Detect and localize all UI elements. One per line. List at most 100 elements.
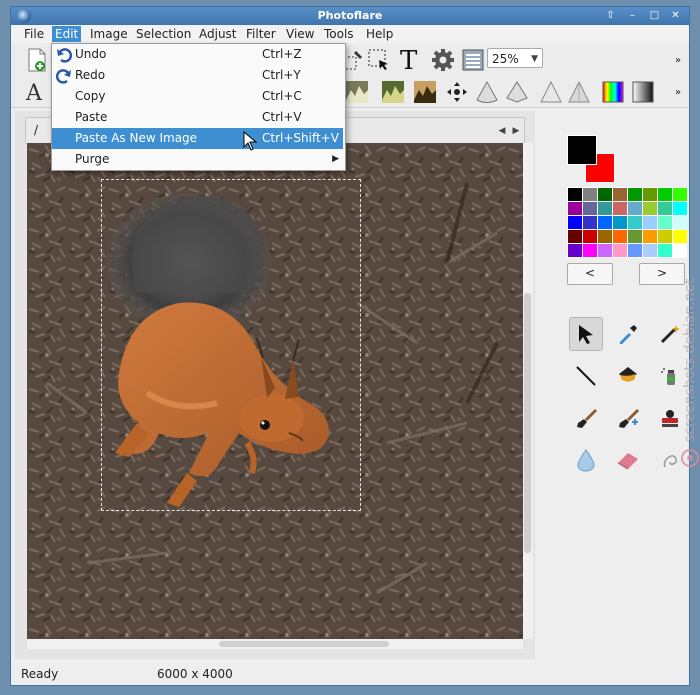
color-swatch[interactable] (673, 188, 687, 201)
color-swatch[interactable] (568, 216, 582, 229)
color-swatch[interactable] (598, 244, 612, 257)
color-swatch[interactable] (628, 202, 642, 215)
horizontal-scrollbar[interactable] (27, 639, 523, 649)
minimize-button[interactable]: – (625, 9, 640, 23)
menu-item-redo[interactable]: Redo Ctrl+Y (52, 65, 343, 86)
filter-icon-1[interactable] (345, 80, 369, 104)
menu-edit[interactable]: Edit (52, 26, 82, 42)
foreground-color[interactable] (567, 135, 597, 165)
color-selector[interactable] (567, 135, 617, 185)
menu-image[interactable]: Image (87, 26, 131, 42)
layers-list-icon[interactable] (461, 48, 485, 72)
menu-tools[interactable]: Tools (321, 26, 357, 42)
color-swatch[interactable] (628, 244, 642, 257)
color-swatch[interactable] (568, 202, 582, 215)
color-swatch[interactable] (583, 244, 597, 257)
triangle-icon-1[interactable] (539, 80, 563, 104)
paint-brush-tool[interactable] (569, 401, 603, 435)
menu-file[interactable]: File (21, 26, 47, 42)
color-swatch[interactable] (568, 244, 582, 257)
color-swatch[interactable] (628, 216, 642, 229)
color-swatch[interactable] (583, 188, 597, 201)
color-swatch[interactable] (628, 188, 642, 201)
color-swatch[interactable] (598, 230, 612, 243)
color-swatch[interactable] (613, 188, 627, 201)
menu-item-copy[interactable]: Copy Ctrl+C (52, 86, 343, 107)
triangle-icon-2[interactable] (567, 80, 591, 104)
menu-item-undo[interactable]: Undo Ctrl+Z (52, 44, 343, 65)
tab-scroll-left-icon[interactable]: ◀ (496, 122, 508, 140)
gear-icon[interactable] (431, 48, 455, 72)
gradient-gray-icon[interactable] (631, 80, 655, 104)
color-swatch[interactable] (583, 230, 597, 243)
maximize-button[interactable]: □ (647, 9, 662, 23)
menu-item-purge[interactable]: Purge ▶ (52, 149, 343, 170)
color-swatch[interactable] (598, 188, 612, 201)
pointer-tool[interactable] (569, 317, 603, 351)
color-swatch[interactable] (583, 216, 597, 229)
text-font-icon[interactable]: A (25, 80, 47, 104)
title-bar[interactable]: Photoflare ⇧ – □ ✕ (11, 7, 689, 25)
color-swatch[interactable] (643, 230, 657, 243)
color-swatch[interactable] (643, 202, 657, 215)
color-swatch[interactable] (613, 230, 627, 243)
line-tool[interactable] (569, 359, 603, 393)
menu-view[interactable]: View (283, 26, 317, 42)
color-swatch[interactable] (598, 216, 612, 229)
menu-item-paste-as-new-image[interactable]: Paste As New Image Ctrl+Shift+V (52, 128, 343, 149)
move-arrows-icon[interactable] (445, 80, 469, 104)
color-swatch[interactable] (613, 202, 627, 215)
zoom-select[interactable]: 25% ▼ (487, 48, 543, 68)
color-swatch[interactable] (598, 202, 612, 215)
menu-item-label: Paste As New Image (75, 131, 198, 145)
paint-bucket-tool[interactable] (611, 359, 645, 393)
blur-tool[interactable] (569, 443, 603, 477)
horizontal-scroll-thumb[interactable] (219, 641, 389, 647)
palette-next-button[interactable]: > (639, 263, 685, 285)
gradient-rainbow-icon[interactable] (601, 80, 625, 104)
menu-adjust[interactable]: Adjust (196, 26, 240, 42)
color-swatch[interactable] (613, 216, 627, 229)
document-tab[interactable]: / (34, 123, 38, 137)
smart-brush-tool[interactable] (611, 401, 645, 435)
selection-tool-icon[interactable] (367, 48, 391, 72)
color-picker-tool[interactable] (611, 317, 645, 351)
color-swatch[interactable] (643, 244, 657, 257)
vertical-scrollbar[interactable] (523, 143, 533, 639)
color-swatch[interactable] (673, 202, 687, 215)
color-swatch[interactable] (568, 188, 582, 201)
shade-button[interactable]: ⇧ (603, 9, 618, 23)
color-swatch[interactable] (658, 244, 672, 257)
image-canvas[interactable] (27, 143, 523, 639)
color-swatch[interactable] (658, 202, 672, 215)
color-swatch[interactable] (583, 202, 597, 215)
tab-scroll-right-icon[interactable]: ▶ (510, 122, 522, 140)
eraser-tool[interactable] (611, 443, 645, 477)
color-swatch[interactable] (658, 230, 672, 243)
toolbar-extension-icon[interactable]: » (673, 53, 683, 67)
toolbar-extension-icon[interactable]: » (673, 85, 683, 99)
text-tool-icon[interactable]: T (397, 47, 421, 73)
palette-prev-button[interactable]: < (567, 263, 613, 285)
menu-help[interactable]: Help (363, 26, 396, 42)
menu-item-paste[interactable]: Paste Ctrl+V (52, 107, 343, 128)
filter-icon-2[interactable] (381, 80, 405, 104)
filter-icon-3[interactable] (413, 80, 437, 104)
cone-icon-2[interactable] (505, 80, 529, 104)
menu-selection[interactable]: Selection (133, 26, 194, 42)
color-swatch[interactable] (568, 230, 582, 243)
vertical-scroll-thumb[interactable] (524, 293, 531, 553)
color-swatch[interactable] (658, 188, 672, 201)
color-swatch[interactable] (643, 188, 657, 201)
menu-filter[interactable]: Filter (243, 26, 279, 42)
status-text: Ready (21, 667, 59, 681)
color-swatch[interactable] (643, 216, 657, 229)
close-button[interactable]: ✕ (668, 9, 683, 23)
color-swatch[interactable] (613, 244, 627, 257)
color-swatch[interactable] (628, 230, 642, 243)
cone-icon-1[interactable] (475, 80, 499, 104)
new-file-icon[interactable] (25, 48, 49, 72)
selection-marquee[interactable] (101, 179, 361, 511)
water-drop-icon (577, 449, 595, 472)
color-swatch[interactable] (658, 216, 672, 229)
